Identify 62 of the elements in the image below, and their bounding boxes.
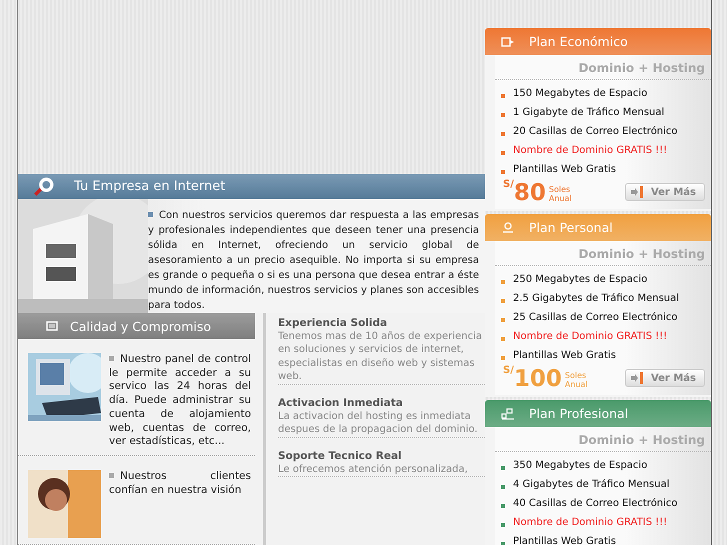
bullet-icon [501, 504, 505, 508]
bullet-icon [501, 485, 505, 489]
bullet-icon [501, 542, 505, 545]
bullet-icon [501, 132, 505, 136]
bullet-icon [501, 94, 505, 98]
more-button[interactable]: Ver Más [624, 183, 705, 201]
group-icon [501, 408, 515, 420]
magnifier-icon [32, 176, 54, 198]
person-icon [501, 222, 515, 234]
plan-feature: Nombre de Dominio GRATIS !!! [513, 331, 668, 342]
price: 100 [514, 367, 562, 391]
feature-text: La activacion del hosting es inmediata despues de la propagacion del dominio. [278, 410, 479, 437]
feature-text: Tenemos mas de 10 años de experiencia en soluciones y servicios de internet, especialistas en diseño web y sistemas web. [278, 330, 483, 384]
feature-text: Le ofrecemos atención personalizada, [278, 462, 469, 476]
price-period: Anual [564, 380, 588, 389]
price-unit: Soles [564, 371, 588, 380]
card-icon [501, 36, 515, 48]
plan-feature: Plantillas Web Gratis [513, 350, 616, 361]
plan-feature: Nombre de Dominio GRATIS !!! [513, 145, 668, 156]
plan-subtitle: Dominio + Hosting [495, 55, 711, 80]
bullet-icon [501, 151, 505, 155]
price: 80 [514, 181, 546, 205]
bullet-icon [501, 356, 505, 360]
plan-feature: Plantillas Web Gratis [513, 164, 616, 175]
bullet-icon [501, 337, 505, 341]
plan-feature: Plantillas Web Gratis [513, 536, 616, 545]
plan-feature: 350 Megabytes de Espacio [513, 460, 648, 471]
plan-feature: 2.5 Gigabytes de Tráfico Mensual [513, 293, 680, 304]
bullet-icon [501, 466, 505, 470]
item-paragraph: Nuestro panel de control le permite acceder a su servico las 24 horas del día. Puede administrar su cuenta de alojamiento web, cuentas de correo, ver estadísticas, etc... [109, 353, 251, 449]
section-title: Calidad y Compromiso [70, 318, 212, 334]
plan-feature: Nombre de Dominio GRATIS !!! [513, 517, 668, 528]
plan-feature: 25 Casillas de Correo Electrónico [513, 312, 678, 323]
plan-name: Plan Personal [529, 220, 613, 235]
plan-name: Plan Económico [529, 34, 628, 49]
feature-title: Activacion Inmediata [278, 396, 404, 409]
currency-label: S/ [503, 365, 514, 376]
more-button[interactable]: Ver Más [624, 369, 705, 387]
bullet-icon [501, 170, 505, 174]
plan-feature: 1 Gigabyte de Tráfico Mensual [513, 107, 664, 118]
bullet-icon [501, 523, 505, 527]
currency-label: S/ [503, 179, 514, 190]
plan-feature: 250 Megabytes de Espacio [513, 274, 648, 285]
item-paragraph: Nuestros clientes confían en nuestra visión [109, 470, 251, 498]
plan-feature: 20 Casillas de Correo Electrónico [513, 126, 678, 137]
bullet-icon [501, 280, 505, 284]
plan-name: Plan Profesional [529, 406, 628, 421]
bullet-icon [501, 299, 505, 303]
bullet-icon [501, 318, 505, 322]
plan-feature: 150 Megabytes de Espacio [513, 88, 648, 99]
plan-feature: 40 Casillas de Correo Electrónico [513, 498, 678, 509]
intro-paragraph: Con nuestros servicios queremos dar respuesta a las empresas y profesionales independientes que deseen tener una presencia sólida en Internet, ofreciendo un servicio global de asesoramiento a un precio asequible. No importa si su empresa es grande o pequeña o si es una persona que desea entrar a éste mundo de información, nuestros servicios y planes son accesibles para todos. [148, 209, 479, 314]
feature-title: Soporte Tecnico Real [278, 450, 403, 462]
section-title: Tu Empresa en Internet [74, 179, 226, 194]
plan-subtitle: Dominio + Hosting [495, 427, 711, 452]
bullet-icon [501, 113, 505, 117]
price-period: Anual [548, 194, 572, 203]
price-unit: Soles [548, 185, 572, 194]
document-icon [46, 321, 58, 332]
feature-title: Experiencia Solida [278, 317, 388, 330]
plan-subtitle: Dominio + Hosting [495, 241, 711, 266]
plan-feature: 4 Gigabytes de Tráfico Mensual [513, 479, 670, 490]
